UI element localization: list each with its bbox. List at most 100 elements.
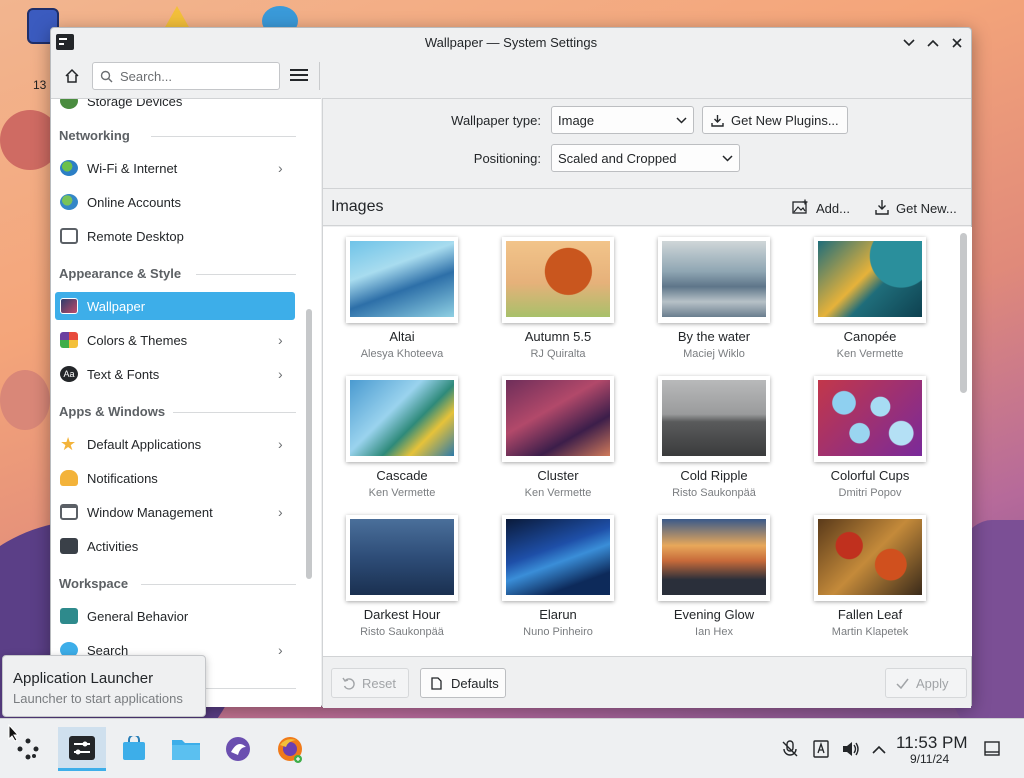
checkmark-icon — [896, 678, 910, 689]
download-icon — [711, 114, 725, 127]
bell-icon — [60, 470, 78, 486]
sidebar-item-default-applications[interactable]: ★ Default Applications › — [55, 430, 295, 458]
sidebar-item-storage-devices[interactable]: Storage Devices — [55, 99, 295, 115]
search-input[interactable] — [120, 68, 270, 84]
activities-icon — [60, 538, 78, 554]
muted-microphone-icon[interactable] — [780, 739, 800, 759]
sidebar-item-wallpaper[interactable]: Wallpaper — [55, 292, 295, 320]
taskbar-discover[interactable] — [110, 727, 158, 771]
wallpaper-tile[interactable]: Canopée Ken Vermette — [791, 229, 941, 365]
chevron-down-icon — [722, 151, 733, 165]
wallpaper-tile[interactable]: Cold Ripple Risto Saukonpää — [635, 368, 785, 504]
footer-bar: Reset Defaults Apply — [323, 656, 971, 708]
close-button[interactable] — [947, 33, 967, 53]
wallpaper-tile[interactable]: By the water Maciej Wiklo — [635, 229, 785, 365]
sidebar-item-text-fonts[interactable]: Aa Text & Fonts › — [55, 360, 295, 388]
chevron-up-icon[interactable] — [869, 739, 889, 759]
globe-icon — [60, 194, 78, 210]
sidebar-item-colors-themes[interactable]: Colors & Themes › — [55, 326, 295, 354]
sidebar-item-activities[interactable]: Activities — [55, 532, 295, 560]
wallpaper-tile[interactable]: Cluster Ken Vermette — [479, 368, 629, 504]
wallpaper-tile[interactable]: Elarun Nuno Pinheiro — [479, 507, 629, 643]
wallpaper-thumbnail — [506, 241, 610, 317]
search-field[interactable] — [92, 62, 280, 90]
close-icon — [952, 38, 962, 48]
taskbar: 11:53 PM 9/11/24 — [0, 718, 1024, 778]
wallpaper-tile[interactable]: Autumn 5.5 RJ Quiralta — [479, 229, 629, 365]
add-image-icon — [792, 199, 809, 218]
tooltip-title: Application Launcher — [13, 670, 154, 687]
hamburger-menu-button[interactable] — [290, 66, 308, 84]
folder-icon — [172, 740, 200, 760]
sidebar-item-remote-desktop[interactable]: Remote Desktop — [55, 222, 295, 250]
show-desktop-button[interactable] — [982, 739, 1002, 759]
sidebar-item-general-behavior[interactable]: General Behavior — [55, 602, 295, 630]
eagle-icon — [226, 737, 250, 761]
taskbar-firefox[interactable] — [266, 727, 314, 771]
wallpaper-thumbnail — [818, 380, 922, 456]
taskbar-app-eagle[interactable] — [214, 727, 262, 771]
wallpaper-tile[interactable]: Colorful Cups Dmitri Popov — [791, 368, 941, 504]
images-title: Images — [331, 198, 384, 215]
wallpaper-type-combo[interactable]: Image — [551, 106, 694, 134]
wallpaper-tile[interactable]: Fallen Leaf Martin Klapetek — [791, 507, 941, 643]
sidebar-item-notifications[interactable]: Notifications — [55, 464, 295, 492]
defaults-button[interactable]: Defaults — [420, 668, 506, 698]
wallpaper-page: Wallpaper type: Image Get New Plugins...… — [322, 98, 972, 708]
sidebar-scrollbar[interactable] — [306, 309, 312, 579]
system-settings-icon — [69, 735, 95, 760]
storage-icon — [60, 99, 78, 109]
home-button[interactable] — [61, 64, 83, 88]
sidebar-item-window-management[interactable]: Window Management › — [55, 498, 295, 526]
download-icon — [875, 199, 889, 218]
wallpaper-type-label: Wallpaper type: — [451, 113, 541, 128]
grid-scrollbar[interactable] — [960, 233, 967, 393]
wallpaper-thumbnail — [662, 241, 766, 317]
reset-button[interactable]: Reset — [331, 668, 409, 698]
minimize-button[interactable] — [899, 33, 919, 53]
chevron-right-icon: › — [278, 366, 283, 382]
tooltip-subtitle: Launcher to start applications — [13, 691, 183, 706]
clock-date[interactable]: 9/11/24 — [910, 752, 949, 766]
wallpaper-grid: Altai Alesya Khoteeva Autumn 5.5 RJ Quir… — [323, 227, 956, 656]
category-networking: Networking — [59, 128, 130, 143]
divider — [173, 412, 296, 413]
input-method-icon[interactable] — [811, 739, 831, 759]
maximize-button[interactable] — [923, 33, 943, 53]
positioning-label: Positioning: — [473, 151, 541, 166]
wallpaper-thumbnail — [506, 380, 610, 456]
titlebar[interactable]: Wallpaper — System Settings — [51, 28, 971, 58]
globe-icon — [60, 160, 78, 176]
divider — [151, 136, 296, 137]
wallpaper-thumbnail — [350, 519, 454, 595]
wallpaper-tile[interactable]: Cascade Ken Vermette — [323, 368, 473, 504]
taskbar-file-manager[interactable] — [162, 727, 210, 771]
desktop-icon-label: 13 — [33, 78, 47, 92]
wallpaper-tile[interactable]: Altai Alesya Khoteeva — [323, 229, 473, 365]
sidebar-item-online-accounts[interactable]: Online Accounts — [55, 188, 295, 216]
volume-icon[interactable] — [841, 739, 861, 759]
apply-button[interactable]: Apply — [885, 668, 967, 698]
system-settings-window: Wallpaper — System Settings Storage — [50, 27, 972, 708]
get-new-wallpapers-button[interactable]: Get New... — [875, 196, 957, 220]
get-new-plugins-button[interactable]: Get New Plugins... — [702, 106, 848, 134]
hamburger-icon — [290, 69, 308, 71]
category-appearance: Appearance & Style — [59, 266, 182, 281]
taskbar-system-settings[interactable] — [58, 727, 106, 771]
wallpaper-tile[interactable]: Darkest Hour Risto Saukonpää — [323, 507, 473, 643]
chevron-right-icon: › — [278, 642, 283, 658]
add-image-button[interactable]: Add... — [792, 196, 850, 220]
wallpaper-thumbnail — [350, 241, 454, 317]
positioning-combo[interactable]: Scaled and Cropped — [551, 144, 740, 172]
application-launcher-tooltip: Application Launcher Launcher to start a… — [2, 655, 206, 717]
font-icon: Aa — [60, 366, 78, 382]
sliders-icon — [60, 608, 78, 624]
sidebar-item-wifi[interactable]: Wi-Fi & Internet › — [55, 154, 295, 182]
clock-time[interactable]: 11:53 PM — [896, 733, 968, 753]
wallpaper-icon — [60, 298, 78, 314]
window-icon — [60, 504, 78, 520]
wallpaper-tile[interactable]: Evening Glow Ian Hex — [635, 507, 785, 643]
monitor-icon — [60, 228, 78, 244]
document-icon — [431, 676, 445, 690]
chevron-right-icon: › — [278, 160, 283, 176]
